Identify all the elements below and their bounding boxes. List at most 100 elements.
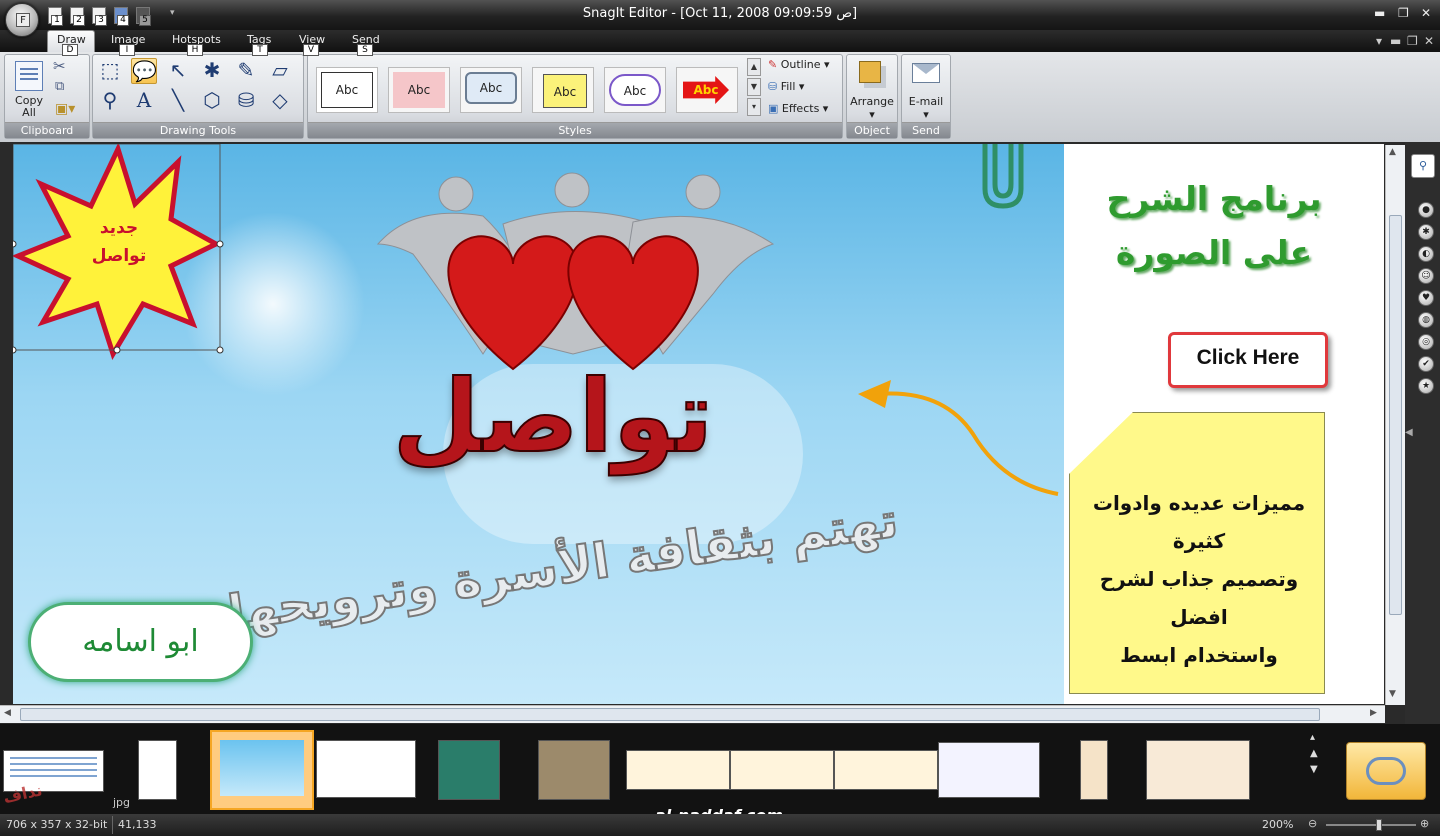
copy-icon[interactable]: ⧉	[55, 79, 64, 94]
starburst-text: جديد تواصل	[91, 218, 147, 266]
scroll-down-icon[interactable]: ▼	[1389, 689, 1396, 699]
vertical-scroll-thumb[interactable]	[1389, 215, 1402, 615]
tray-scroll-controls[interactable]: ▴ ▲ ▼	[1310, 730, 1318, 778]
file-size: 41,133	[118, 818, 157, 831]
callout-tool-icon[interactable]: 💬	[131, 58, 157, 84]
email-button[interactable]: E-mail ▾	[902, 95, 950, 121]
horizontal-scroll-thumb[interactable]	[20, 708, 1320, 721]
minimize-icon[interactable]: ▬	[1374, 6, 1385, 20]
styles-group-label: Styles	[308, 122, 842, 138]
fill-tool-icon[interactable]: ⛁	[233, 88, 259, 114]
styles-more-icon[interactable]: ▾	[747, 98, 761, 116]
vertical-scrollbar[interactable]: ▲ ▼	[1385, 145, 1405, 705]
ribbon-options-arrow-icon[interactable]: ▾	[1376, 34, 1382, 48]
tray-thumb-4[interactable]	[316, 740, 416, 798]
cut-icon[interactable]: ✂	[53, 57, 66, 75]
eraser-tool-icon[interactable]: ◇	[267, 88, 293, 114]
style-thumb-4[interactable]: Abc	[532, 67, 594, 113]
style-thumb-1[interactable]: Abc	[316, 67, 378, 113]
styles-scroll-down-icon[interactable]: ▼	[747, 78, 761, 96]
tab-hotspots-keytip: H	[187, 44, 203, 56]
style-thumb-5[interactable]: Abc	[604, 67, 666, 113]
styles-scroll-up-icon[interactable]: ▲	[747, 58, 761, 76]
stamp-category-5-icon[interactable]: ♥	[1418, 290, 1434, 306]
effects-icon: ▣	[768, 102, 779, 115]
horizontal-scrollbar[interactable]: ◀ ▶	[0, 705, 1385, 723]
orb-key-tip: F	[16, 13, 30, 27]
copy-all-icon	[15, 61, 43, 91]
window-title: SnagIt Editor - [Oct 11, 2008 09:09:59 ص…	[582, 6, 858, 21]
text-tool-icon[interactable]: A	[131, 88, 157, 114]
pen-tool-icon[interactable]: ✎	[233, 58, 259, 84]
zoom-tool-icon[interactable]: ⚲	[97, 88, 123, 114]
styles-group: Abc Abc Abc Abc Abc Abc Styles	[307, 54, 843, 139]
send-group: E-mail ▾ Send	[901, 54, 951, 139]
outline-button[interactable]: ✎ Outline ▾	[768, 58, 830, 71]
open-folder-icon[interactable]	[1346, 742, 1426, 800]
shape-tool-icon[interactable]: ⬡	[199, 88, 225, 114]
arrange-icon	[859, 61, 881, 83]
logo-text: تواصل	[392, 358, 714, 475]
tray-thumb-2[interactable]	[138, 740, 177, 800]
thumbnail-tray: نداف jpg al-naddaf.com ▴▲▼	[0, 724, 1440, 825]
copy-all-button[interactable]: Copy All	[11, 95, 47, 119]
tray-thumb-9[interactable]	[834, 750, 938, 790]
stamp-category-6-icon[interactable]: ◍	[1418, 312, 1434, 328]
stamp-category-8-icon[interactable]: ✔	[1418, 356, 1434, 372]
jpg-label: jpg	[113, 796, 131, 809]
arrow-tool-icon[interactable]: ↖	[165, 58, 191, 84]
tray-thumb-8[interactable]	[730, 750, 834, 790]
tray-thumb-10[interactable]	[938, 742, 1040, 798]
tray-thumb-7[interactable]	[626, 750, 730, 790]
tray-thumb-12[interactable]	[1146, 740, 1250, 800]
effects-button[interactable]: ▣ Effects ▾	[768, 102, 828, 115]
selection-tool-icon[interactable]: ⬚	[97, 58, 123, 84]
application-orb-button[interactable]: F	[5, 3, 39, 37]
doc-close-icon[interactable]: ✕	[1424, 34, 1434, 48]
highlighter-tool-icon[interactable]: ▱	[267, 58, 293, 84]
object-group: Arrange ▾ Object	[846, 54, 898, 139]
stamp-category-3-icon[interactable]: ◐	[1418, 246, 1434, 262]
bottom-cloud-text: ابو اسامه	[82, 624, 199, 659]
stamp-category-9-icon[interactable]: ★	[1418, 378, 1434, 394]
stamp-tool-icon[interactable]: ✱	[199, 58, 225, 84]
style-thumb-3[interactable]: Abc	[460, 67, 522, 113]
scroll-right-icon[interactable]: ▶	[1370, 708, 1377, 718]
send-group-label: Send	[902, 122, 950, 138]
stamp-category-1-icon[interactable]: ●	[1418, 202, 1434, 218]
tab-draw-keytip: D	[62, 44, 78, 56]
paste-icon[interactable]: ▣▾	[55, 101, 75, 117]
stamp-category-4-icon[interactable]: ☺	[1418, 268, 1434, 284]
scroll-up-icon[interactable]: ▲	[1389, 147, 1396, 157]
image-dimensions: 706 x 357 x 32-bit	[6, 818, 108, 831]
style-thumb-6[interactable]: Abc	[676, 67, 738, 113]
style-thumb-2[interactable]: Abc	[388, 67, 450, 113]
line-tool-icon[interactable]: ╲	[165, 88, 191, 114]
tray-thumb-11[interactable]	[1080, 740, 1108, 800]
close-icon[interactable]: ✕	[1421, 6, 1431, 20]
doc-restore-icon[interactable]: ❐	[1407, 34, 1418, 48]
tray-thumb-5[interactable]	[438, 740, 500, 800]
stamp-category-7-icon[interactable]: ◎	[1418, 334, 1434, 350]
sidebar-collapse-icon[interactable]: ◀	[1405, 427, 1413, 438]
clipboard-group-label: Clipboard	[5, 122, 89, 138]
zoom-out-icon[interactable]: ⊖	[1308, 817, 1317, 830]
edited-image[interactable]: جديد تواصل تواصل تهتم بثقافة الأسرة وترو…	[13, 144, 1384, 704]
stamp-category-2-icon[interactable]: ✱	[1418, 224, 1434, 240]
zoom-in-icon[interactable]: ⊕	[1420, 817, 1429, 830]
arrange-button[interactable]: Arrange ▾	[847, 95, 897, 121]
tray-thumb-6[interactable]	[538, 740, 610, 800]
restore-icon[interactable]: ❐	[1398, 6, 1409, 20]
zoom-slider[interactable]	[1326, 819, 1416, 831]
tray-thumb-3-selected[interactable]	[210, 730, 314, 810]
clipboard-group: Copy All ✂ ⧉ ▣▾ Clipboard	[4, 54, 90, 139]
torn-paper-panel: برنامج الشرح على الصورة Click Here مميزا…	[1064, 144, 1384, 704]
doc-minimize-icon[interactable]: ▬	[1390, 34, 1401, 48]
outline-icon: ✎	[768, 58, 778, 71]
scroll-left-icon[interactable]: ◀	[4, 708, 11, 718]
email-icon	[912, 63, 940, 83]
fill-button[interactable]: ⛁ Fill ▾	[768, 80, 804, 93]
sidebar-search-icon[interactable]: ⚲	[1411, 154, 1435, 178]
curved-arrow-icon	[877, 391, 1059, 496]
zoom-slider-thumb[interactable]	[1376, 819, 1382, 831]
